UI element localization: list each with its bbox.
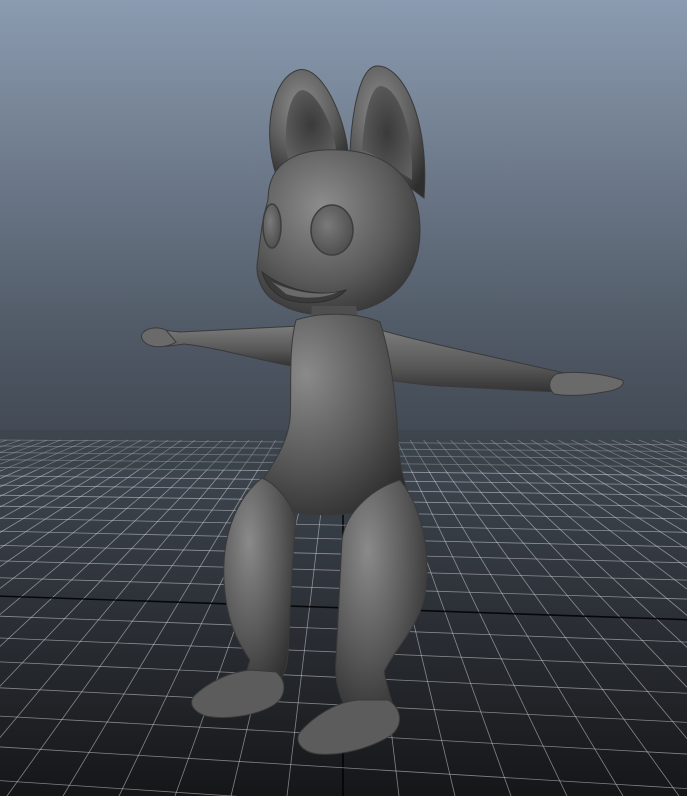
right-eye bbox=[310, 204, 354, 256]
left-eye bbox=[262, 203, 282, 249]
3d-viewport[interactable] bbox=[0, 0, 687, 796]
viewport-canvas[interactable] bbox=[0, 0, 687, 796]
